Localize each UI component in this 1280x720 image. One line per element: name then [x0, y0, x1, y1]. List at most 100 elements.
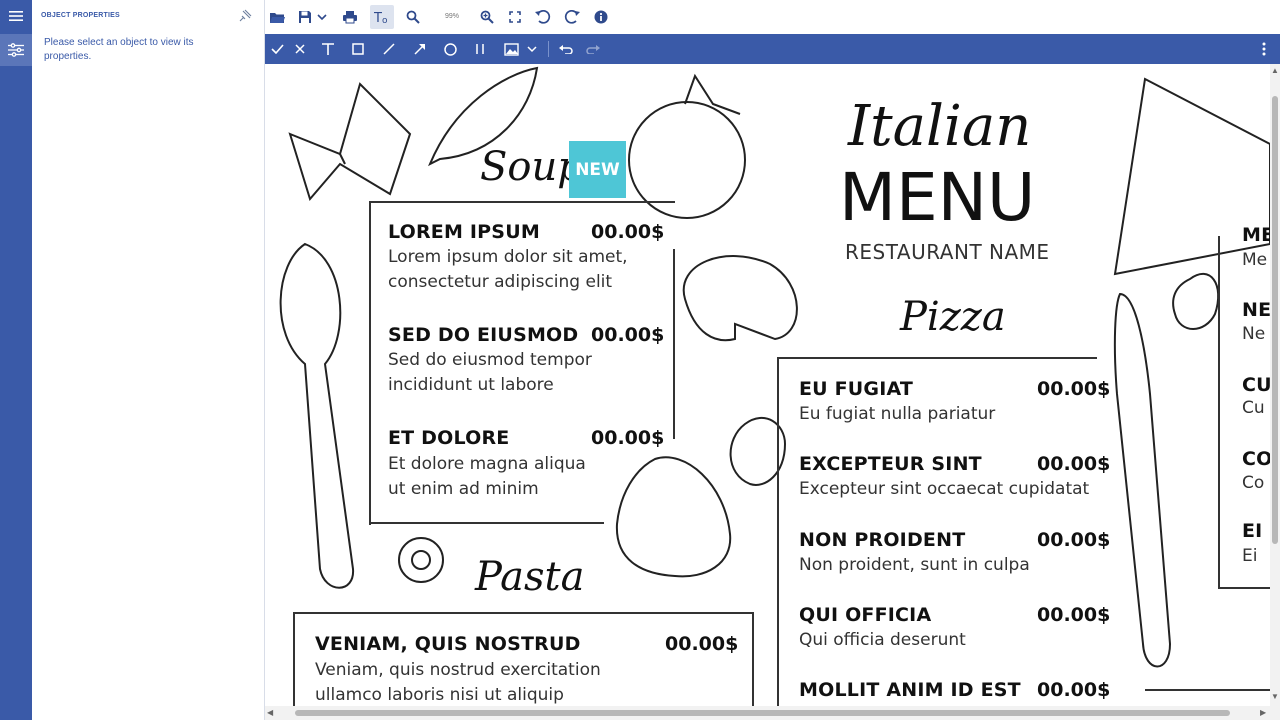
- pizza-heading: Pizza: [900, 294, 1006, 340]
- rotate-right-icon[interactable]: [560, 5, 584, 29]
- properties-sliders-icon[interactable]: [0, 34, 32, 66]
- menu-item-desc: Me: [1242, 250, 1268, 270]
- close-icon[interactable]: [288, 37, 312, 61]
- line-tool-icon[interactable]: [377, 37, 401, 61]
- menu-item-desc: consectetur adipiscing elit: [388, 272, 613, 292]
- menu-item-desc: Et dolore magna aliqua: [388, 454, 586, 474]
- menu-item-name: CO: [1242, 448, 1270, 470]
- svg-text:T: T: [374, 11, 382, 24]
- search-icon[interactable]: [401, 5, 425, 29]
- menu-title-big: MENU: [839, 159, 1036, 236]
- menu-item-desc: Ei: [1242, 546, 1258, 566]
- svg-text:o: o: [382, 16, 388, 24]
- menu-item-name: QUI OFFICIA: [799, 604, 932, 626]
- pin-panel-icon[interactable]: [238, 9, 252, 23]
- menu-item-price: 00.00$: [591, 324, 665, 346]
- scroll-up-icon[interactable]: ▲: [1271, 66, 1279, 75]
- menu-item-desc: Veniam, quis nostrud exercitation: [315, 660, 601, 680]
- menu-item-desc: Non proident, sunt in culpa: [799, 555, 1030, 575]
- menu-item-desc: ut enim ad minim: [388, 479, 539, 499]
- pizza-frame-top: [777, 357, 1097, 359]
- save-icon[interactable]: [293, 5, 317, 29]
- menu-item-name: LOREM IPSUM: [388, 221, 540, 243]
- menu-item-desc: Ne: [1242, 324, 1266, 344]
- rectangle-tool-icon[interactable]: [346, 37, 370, 61]
- soup-heading: Soup: [480, 144, 583, 190]
- mushroom-illustration: [682, 255, 798, 342]
- menu-item-desc: incididunt ut labore: [388, 375, 554, 395]
- toolbar-divider: [548, 41, 549, 57]
- redo-icon[interactable]: [581, 37, 605, 61]
- image-options-chevron-icon[interactable]: [525, 37, 539, 61]
- info-icon[interactable]: [589, 5, 613, 29]
- menu-item-price: 00.00$: [1037, 604, 1111, 626]
- farfalle-illustration: [288, 82, 412, 202]
- menu-item-desc: Qui officia deserunt: [799, 630, 966, 650]
- scroll-left-icon[interactable]: ◀: [267, 708, 273, 717]
- menu-item-name: CU: [1242, 374, 1270, 396]
- menu-item-desc: Cu: [1242, 398, 1265, 418]
- menu-item-name: NON PROIDENT: [799, 529, 966, 551]
- menu-item-name: VENIAM, QUIS NOSTRUD: [315, 633, 581, 655]
- vertical-scroll-thumb[interactable]: [1272, 96, 1278, 544]
- rotate-left-icon[interactable]: [531, 5, 555, 29]
- menu-item-desc: Excepteur sint occaecat cupidatat: [799, 479, 1090, 499]
- arrow-tool-icon[interactable]: [408, 37, 432, 61]
- menu-item-name: MOLLIT ANIM ID EST: [799, 679, 1021, 701]
- fit-page-icon[interactable]: [503, 5, 527, 29]
- object-properties-panel: OBJECT PROPERTIES Please select an objec…: [32, 0, 268, 720]
- document-canvas[interactable]: Soup NEW LOREM IPSUM 00.00$ Lorem ipsum …: [265, 64, 1270, 706]
- menu-item-name: EXCEPTEUR SINT: [799, 453, 982, 475]
- menu-item-name: NE: [1242, 299, 1270, 321]
- vertical-scrollbar[interactable]: ▲ ▼: [1270, 64, 1280, 720]
- check-icon[interactable]: [265, 37, 289, 61]
- scroll-right-icon[interactable]: ▶: [1260, 708, 1266, 717]
- menu-item-price: 00.00$: [591, 427, 665, 449]
- panel-message: Please select an object to view its prop…: [44, 37, 194, 62]
- menu-item-name: SED DO EIUSMOD: [388, 324, 579, 346]
- save-options-chevron-icon[interactable]: [315, 5, 329, 29]
- panel-title: OBJECT PROPERTIES: [41, 12, 120, 19]
- bottom-right-frame: [1145, 689, 1270, 691]
- menu-item-desc: Co: [1242, 473, 1265, 493]
- side-rail: [0, 0, 32, 720]
- more-options-icon[interactable]: [1252, 37, 1276, 61]
- menu-item-price: 00.00$: [1037, 378, 1111, 400]
- menu-item-name: EU FUGIAT: [799, 378, 914, 400]
- open-folder-icon[interactable]: [265, 5, 289, 29]
- soup-frame-bottom: [369, 522, 604, 524]
- new-badge: NEW: [569, 141, 626, 198]
- horizontal-scrollbar[interactable]: ◀ ▶: [265, 706, 1270, 720]
- pizza-frame-left: [777, 357, 779, 706]
- zoom-level[interactable]: 99%: [445, 13, 459, 20]
- image-tool-icon[interactable]: [499, 37, 523, 61]
- menu-item-name: ET DOLORE: [388, 427, 510, 449]
- hamburger-menu-icon[interactable]: [0, 0, 32, 32]
- annotation-toolbar: [265, 34, 1280, 64]
- zoom-in-icon[interactable]: [475, 5, 499, 29]
- right-frame-left: [1218, 236, 1220, 589]
- menu-item-desc: Sed do eiusmod tempor: [388, 350, 592, 370]
- text-tool-icon[interactable]: [316, 37, 340, 61]
- soup-frame-right: [673, 249, 675, 439]
- right-frame-bottom: [1218, 587, 1270, 589]
- text-field-tool-icon[interactable]: [468, 37, 492, 61]
- main-toolbar: To 99%: [265, 0, 1280, 34]
- menu-item-desc: Eu fugiat nulla pariatur: [799, 404, 996, 424]
- horizontal-scroll-thumb[interactable]: [295, 710, 1230, 716]
- pasta-heading: Pasta: [475, 554, 585, 600]
- spoon-illustration: [279, 242, 355, 589]
- ellipse-tool-icon[interactable]: [438, 37, 462, 61]
- knife-illustration: [1113, 292, 1172, 668]
- menu-item-price: 00.00$: [1037, 679, 1111, 701]
- print-icon[interactable]: [338, 5, 362, 29]
- text-select-tool-icon[interactable]: To: [370, 5, 394, 29]
- scroll-down-icon[interactable]: ▼: [1271, 692, 1279, 701]
- menu-item-price: 00.00$: [665, 633, 739, 655]
- garlic-illustration-right: [1172, 273, 1220, 330]
- menu-item-name: ME: [1242, 224, 1270, 246]
- undo-icon[interactable]: [554, 37, 578, 61]
- menu-item-desc: Lorem ipsum dolor sit amet,: [388, 247, 628, 267]
- menu-item-price: 00.00$: [591, 221, 665, 243]
- menu-title-script: Italian: [848, 94, 1032, 159]
